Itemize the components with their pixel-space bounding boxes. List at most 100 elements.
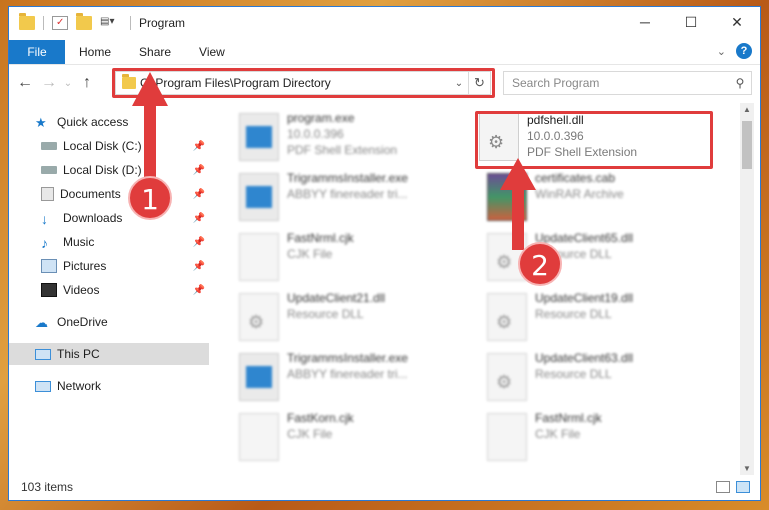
scroll-down-icon[interactable]: ▼ — [740, 464, 754, 473]
file-item[interactable]: certificates.cab WinRAR Archive — [487, 171, 727, 231]
dll-icon — [487, 353, 527, 401]
pin-icon: 📌 — [192, 140, 205, 152]
music-icon: ♪ — [41, 235, 48, 251]
file-item[interactable]: TrigrammsInstaller.exe ABBYY finereader … — [239, 171, 479, 231]
search-input[interactable]: Search Program — [512, 76, 729, 90]
pictures-icon — [41, 259, 57, 273]
file-item[interactable]: FastKorn.cjk CJK File — [239, 411, 479, 471]
forward-button[interactable]: → — [37, 74, 61, 92]
help-icon[interactable]: ? — [736, 43, 752, 59]
folder-icon — [19, 13, 35, 30]
up-button[interactable]: ↑ — [75, 74, 99, 92]
executable-icon — [239, 113, 279, 161]
status-bar: 103 items — [9, 474, 760, 500]
sidebar-item-quick-access[interactable]: ★ Quick access — [9, 111, 209, 133]
file-icon — [239, 413, 279, 461]
sidebar-item-label: Local Disk (D:) — [63, 163, 142, 177]
tab-view[interactable]: View — [185, 40, 239, 64]
file-icon — [239, 233, 279, 281]
navigation-pane: ★ Quick access Local Disk (C:) 📌 Local D… — [9, 103, 209, 475]
recent-locations-icon[interactable]: ⌄ — [61, 78, 75, 89]
sidebar-item-pictures[interactable]: Pictures 📌 — [9, 255, 209, 277]
sidebar-item-network[interactable]: Network — [9, 375, 209, 397]
ribbon-right: ⌄ ? — [717, 43, 752, 59]
scroll-up-icon[interactable]: ▲ — [740, 105, 754, 114]
file-version: 10.0.0.396 — [287, 127, 344, 141]
file-type: Resource DLL — [287, 307, 364, 321]
minimize-button[interactable]: ─ — [622, 7, 668, 37]
file-icon — [487, 413, 527, 461]
file-name: UpdateClient21.dll — [287, 291, 386, 305]
sidebar-item-label: Local Disk (C:) — [63, 139, 142, 153]
sidebar-item-label: Documents — [60, 187, 121, 201]
file-item[interactable]: UpdateClient19.dll Resource DLL — [487, 291, 727, 351]
scrollbar-thumb[interactable] — [742, 121, 752, 169]
expand-ribbon-icon[interactable]: ⌄ — [717, 45, 726, 58]
back-button[interactable]: ← — [13, 74, 37, 92]
sidebar-item-music[interactable]: ♪ Music 📌 — [9, 231, 209, 253]
pin-icon: 📌 — [192, 188, 205, 200]
download-icon: ↓ — [41, 211, 48, 227]
file-name: TrigrammsInstaller.exe — [287, 351, 408, 365]
file-name: TrigrammsInstaller.exe — [287, 171, 408, 185]
file-item[interactable]: UpdateClient21.dll Resource DLL — [239, 291, 479, 351]
file-name: FastNrml.cjk — [287, 231, 354, 245]
properties-icon[interactable]: ✓ — [52, 16, 68, 30]
file-item[interactable]: FastNrml.cjk CJK File — [487, 411, 727, 471]
dll-icon — [487, 293, 527, 341]
callout-badge-2: 2 — [518, 242, 562, 286]
window-title: Program — [139, 16, 186, 30]
tiles-view-icon[interactable] — [736, 481, 750, 493]
sidebar-item-videos[interactable]: Videos 📌 — [9, 279, 209, 301]
sidebar-item-local-disk-d[interactable]: Local Disk (D:) 📌 — [9, 159, 209, 181]
file-type: ABBYY finereader tri... — [287, 187, 408, 201]
sidebar-item-label: This PC — [57, 347, 100, 361]
archive-icon — [487, 173, 527, 221]
tab-home[interactable]: Home — [65, 40, 125, 64]
file-type: WinRAR Archive — [535, 187, 624, 201]
tab-share[interactable]: Share — [125, 40, 185, 64]
cloud-icon: ☁ — [35, 315, 48, 330]
file-type: CJK File — [287, 247, 333, 261]
maximize-button[interactable]: ☐ — [668, 7, 714, 37]
file-name: UpdateClient65.dll — [535, 231, 634, 245]
pin-icon: 📌 — [192, 284, 205, 296]
sidebar-item-downloads[interactable]: ↓ Downloads 📌 — [9, 207, 209, 229]
file-explorer-window: ✓ ▤▾ Program ─ ☐ ✕ File Home Share View … — [8, 6, 761, 501]
pin-icon: 📌 — [192, 236, 205, 248]
window-controls: ─ ☐ ✕ — [622, 7, 760, 37]
file-type: ABBYY finereader tri... — [287, 367, 408, 381]
sidebar-item-this-pc[interactable]: This PC — [9, 343, 209, 365]
file-name: FastKorn.cjk — [287, 411, 354, 425]
close-button[interactable]: ✕ — [714, 7, 760, 37]
quick-access-toolbar: ✓ ▤▾ Program — [19, 13, 186, 30]
file-name: program.exe — [287, 111, 355, 125]
star-icon: ★ — [35, 115, 47, 130]
sidebar-item-onedrive[interactable]: ☁ OneDrive — [9, 311, 209, 333]
details-view-icon[interactable] — [716, 481, 730, 493]
search-box[interactable]: Search Program ⚲ — [503, 71, 752, 95]
file-item[interactable]: FastNrml.cjk CJK File — [239, 231, 479, 291]
file-item[interactable]: TrigrammsInstaller.exe ABBYY finereader … — [239, 351, 479, 411]
sidebar-item-label: Downloads — [63, 211, 123, 225]
file-name: certificates.cab — [535, 171, 616, 185]
computer-icon — [35, 348, 51, 360]
tab-file[interactable]: File — [9, 39, 65, 64]
sidebar-item-local-disk-c[interactable]: Local Disk (C:) 📌 — [9, 135, 209, 157]
file-type: CJK File — [287, 427, 333, 441]
file-item[interactable]: UpdateClient63.dll Resource DLL — [487, 351, 727, 411]
file-highlight-box — [475, 111, 713, 169]
divider — [130, 16, 131, 30]
dll-icon — [239, 293, 279, 341]
search-icon: ⚲ — [735, 76, 745, 90]
installer-icon — [239, 353, 279, 401]
sidebar-item-documents[interactable]: Documents 📌 — [9, 183, 209, 205]
new-folder-icon[interactable] — [76, 13, 92, 30]
divider — [43, 16, 44, 30]
vertical-scrollbar[interactable]: ▲ ▼ — [740, 103, 754, 475]
callout-badge-1: 1 — [128, 176, 172, 220]
sidebar-item-label: Videos — [63, 283, 100, 297]
file-item[interactable]: program.exe 10.0.0.396 PDF Shell Extensi… — [239, 111, 479, 171]
customize-toolbar-icon[interactable]: ▤▾ — [100, 16, 122, 30]
address-highlight-box — [112, 68, 495, 98]
